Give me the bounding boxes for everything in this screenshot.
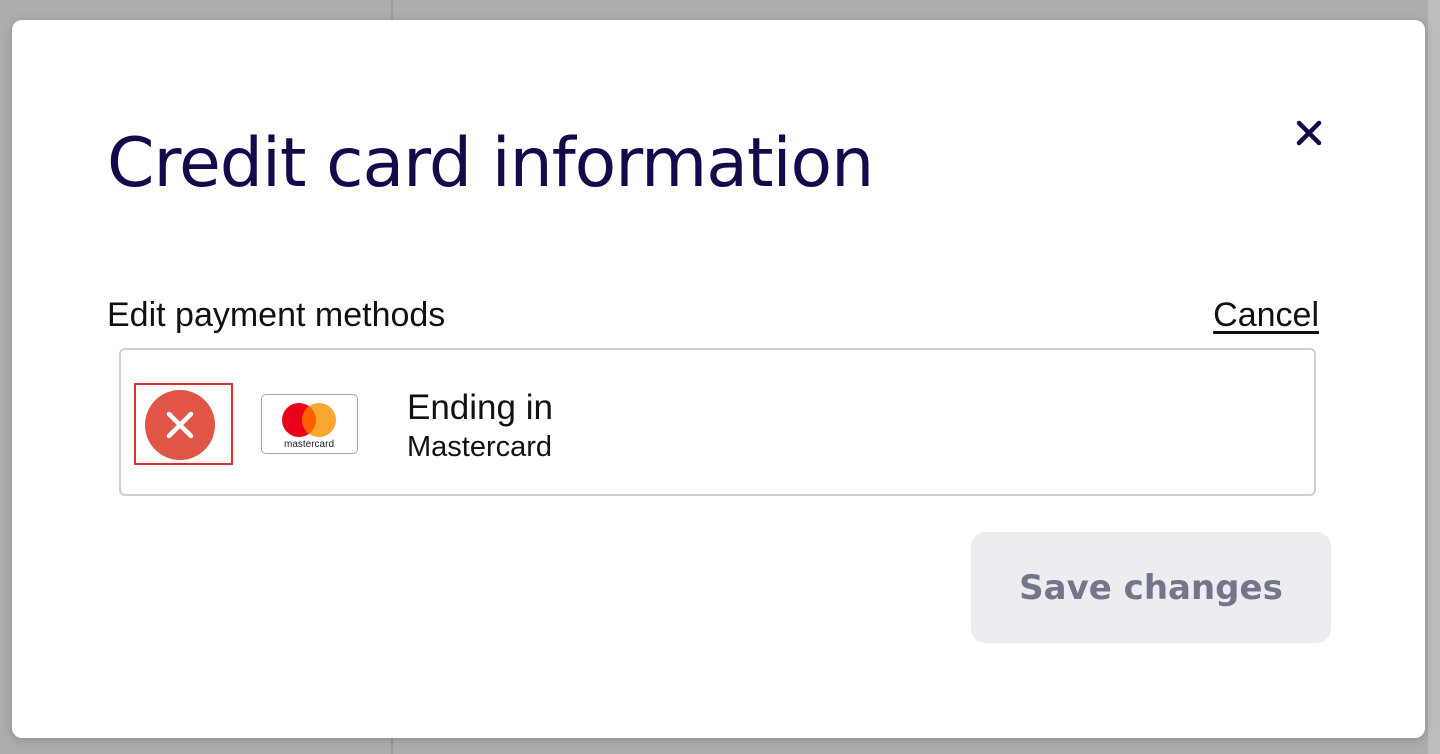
remove-circle-x-icon: [166, 411, 194, 439]
remove-card-highlight[interactable]: [134, 383, 233, 465]
remove-card-button[interactable]: [145, 390, 215, 460]
mastercard-logo: mastercard: [261, 394, 358, 454]
credit-card-modal: Credit card information Edit payment met…: [12, 20, 1425, 738]
card-ending-label: Ending in: [407, 388, 553, 427]
card-brand-label: Mastercard: [407, 431, 553, 463]
mastercard-logo-text: mastercard: [284, 439, 334, 450]
cancel-link[interactable]: Cancel: [1213, 296, 1319, 335]
payment-method-row: mastercard Ending in Mastercard: [119, 348, 1316, 496]
card-details: Ending in Mastercard: [407, 386, 553, 464]
edit-payment-methods-heading: Edit payment methods: [107, 296, 446, 334]
close-button[interactable]: [1294, 118, 1324, 148]
save-changes-button[interactable]: Save changes: [971, 532, 1331, 643]
modal-title: Credit card information: [107, 124, 874, 203]
close-icon: [1296, 120, 1322, 146]
background-panel: [1428, 0, 1440, 754]
